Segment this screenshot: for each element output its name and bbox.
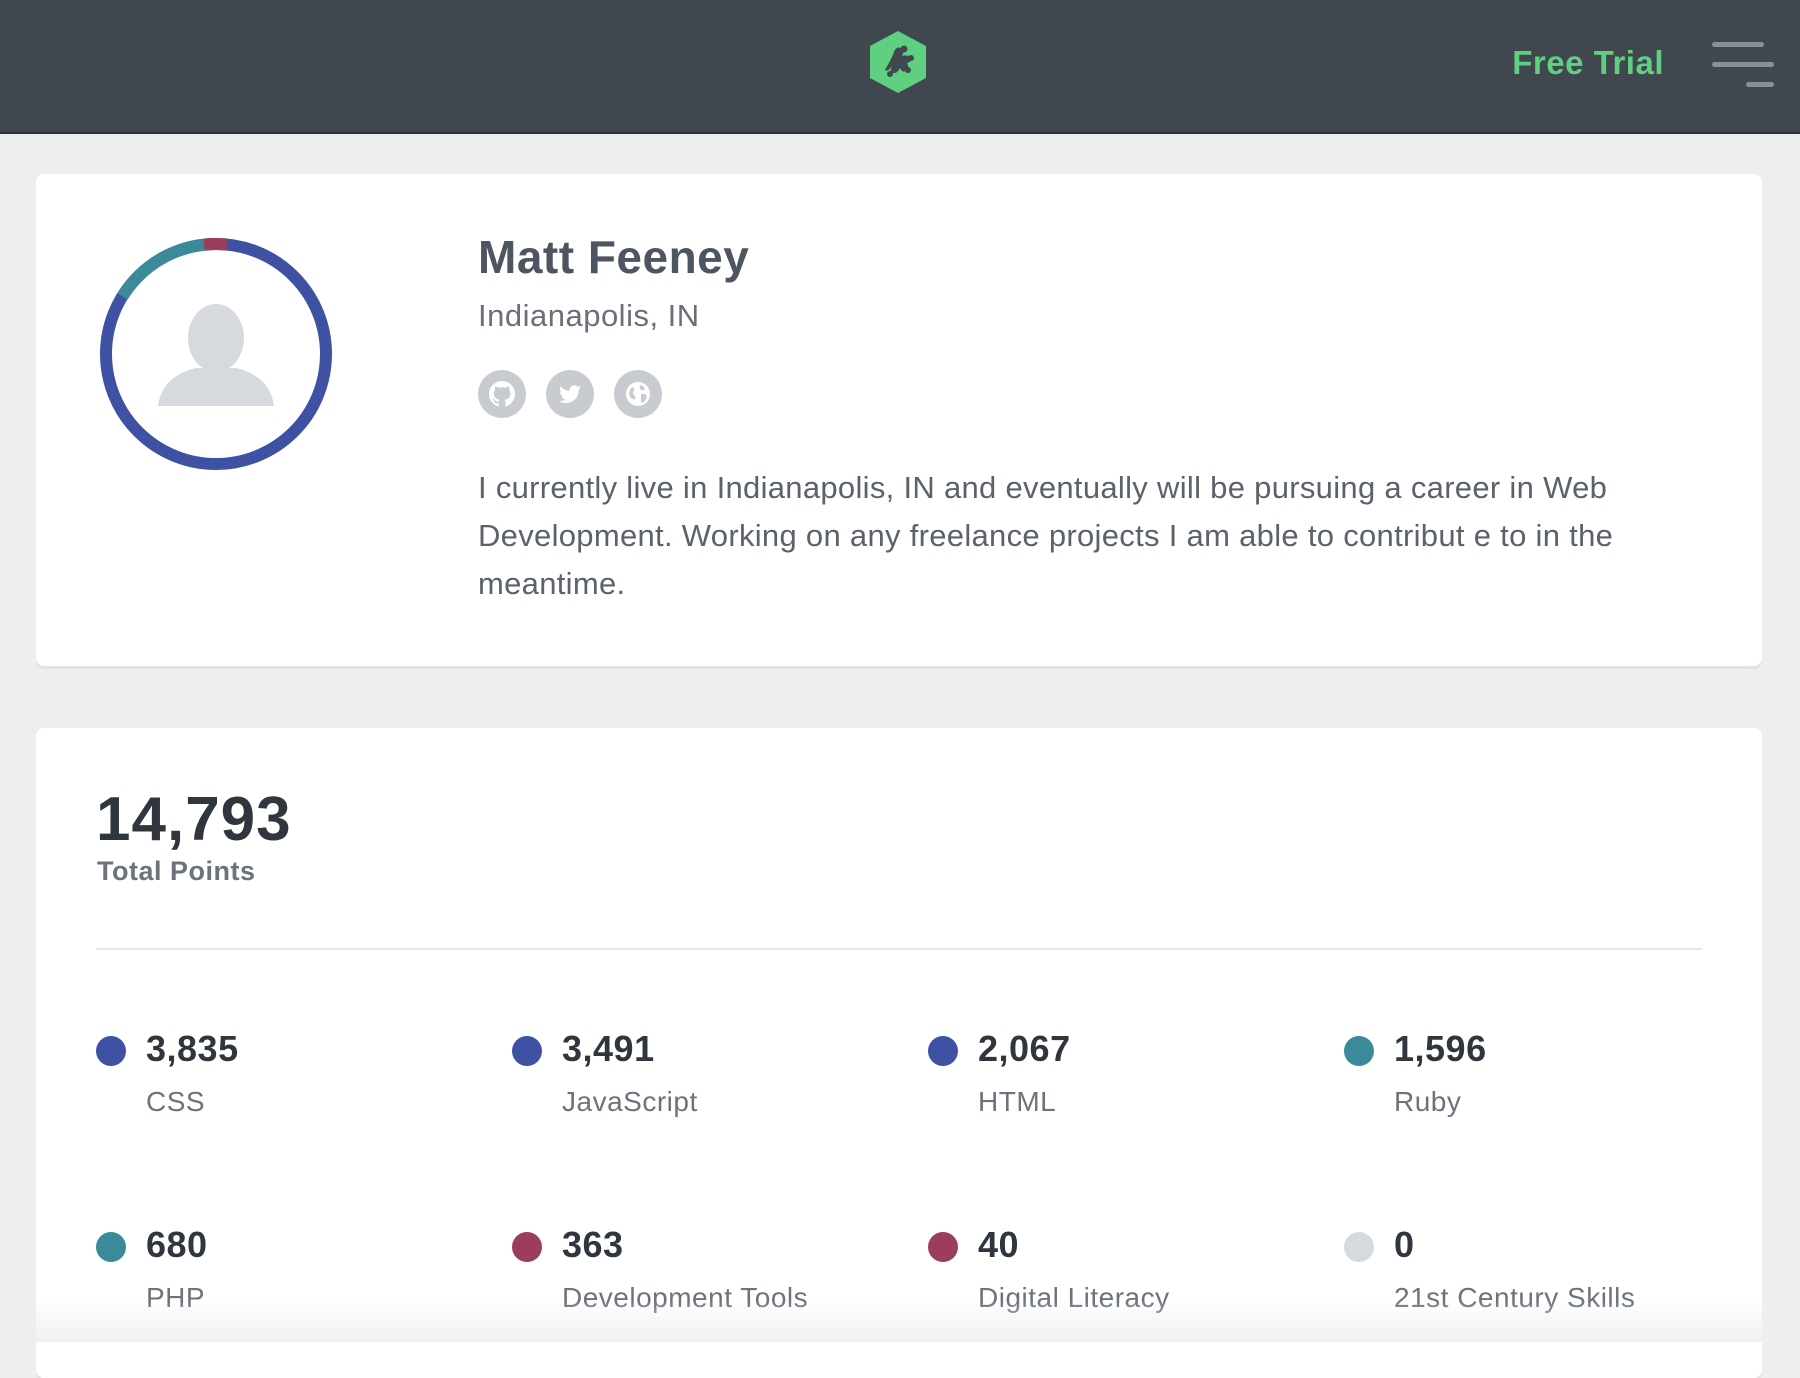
profile-location: Indianapolis, IN: [478, 298, 700, 333]
topic-digital-literacy[interactable]: 40 Digital Literacy: [928, 1224, 1328, 1350]
profile-name: Matt Feeney: [478, 231, 750, 283]
topic-points: 363: [562, 1224, 624, 1265]
topic-points: 1,596: [1394, 1028, 1487, 1069]
topic-name: HTML: [978, 1086, 1057, 1117]
treehouse-logo-icon[interactable]: [864, 28, 932, 96]
avatar: [100, 238, 332, 470]
topic-color-dot: [1344, 1232, 1374, 1262]
topic-name: PHP: [146, 1282, 206, 1313]
topic-name: Ruby: [1394, 1086, 1462, 1117]
topic-ruby[interactable]: 1,596 Ruby: [1344, 1028, 1744, 1154]
topic-points: 680: [146, 1224, 208, 1265]
topic-points: 3,491: [562, 1028, 655, 1069]
topic-html[interactable]: 2,067 HTML: [928, 1028, 1328, 1154]
topic-color-dot: [96, 1232, 126, 1262]
topic-points: 2,067: [978, 1028, 1071, 1069]
hamburger-menu-icon[interactable]: [1712, 42, 1774, 88]
topic-name: Development Tools: [562, 1282, 809, 1313]
topic-javascript[interactable]: 3,491 JavaScript: [512, 1028, 912, 1154]
topic-css[interactable]: 3,835 CSS: [96, 1028, 496, 1154]
default-user-avatar-icon: [158, 304, 274, 406]
social-links: [478, 370, 662, 418]
topic-color-dot: [512, 1036, 542, 1066]
globe-icon[interactable]: [614, 370, 662, 418]
topic-php[interactable]: 680 PHP: [96, 1224, 496, 1350]
topic-color-dot: [1344, 1036, 1374, 1066]
topic-color-dot: [96, 1036, 126, 1066]
total-points-value: 14,793: [96, 785, 292, 854]
twitter-icon[interactable]: [546, 370, 594, 418]
points-card: 14,793 Total Points 3,835 CSS 3,491 Java…: [36, 728, 1762, 1378]
free-trial-link[interactable]: Free Trial: [1512, 44, 1664, 82]
profile-card: Matt Feeney Indianapolis, IN I currently…: [36, 174, 1762, 666]
topic-points: 3,835: [146, 1028, 239, 1069]
topic-21st-century-skills[interactable]: 0 21st Century Skills: [1344, 1224, 1744, 1350]
topic-name: 21st Century Skills: [1394, 1282, 1636, 1313]
topic-color-dot: [928, 1036, 958, 1066]
topic-development-tools[interactable]: 363 Development Tools: [512, 1224, 912, 1350]
topic-color-dot: [512, 1232, 542, 1262]
topic-points: 40: [978, 1224, 1020, 1265]
topic-color-dot: [928, 1232, 958, 1262]
profile-bio: I currently live in Indianapolis, IN and…: [478, 470, 1614, 601]
top-navigation-bar: Free Trial: [0, 0, 1800, 134]
topic-name: CSS: [146, 1086, 206, 1117]
github-icon[interactable]: [478, 370, 526, 418]
total-points-label: Total Points: [97, 856, 256, 886]
topic-name: JavaScript: [562, 1086, 698, 1117]
topic-name: Digital Literacy: [978, 1282, 1170, 1313]
divider: [96, 948, 1702, 950]
topic-points: 0: [1394, 1224, 1415, 1265]
